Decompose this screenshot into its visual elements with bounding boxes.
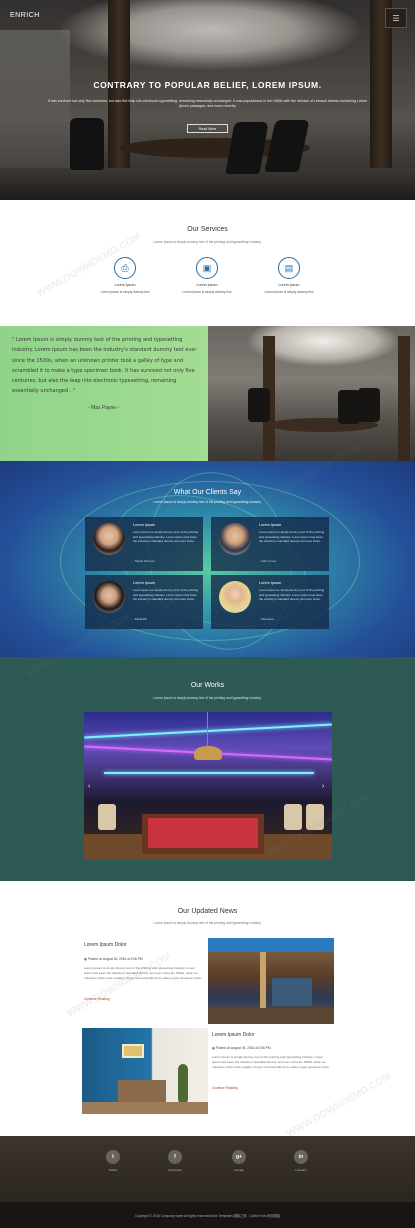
social-label: Twitter	[108, 1168, 118, 1172]
watermark: WWW.DOWNDEMO.COM	[65, 951, 174, 1020]
social-label: Facebook	[168, 1168, 182, 1172]
testimonial-card: Lorem Ipsum Lorem Ipsum is simply dummy …	[211, 575, 329, 629]
avatar	[93, 581, 125, 613]
news-item-text: Lorem Ipsum is simply dummy text of the …	[84, 966, 202, 980]
hero-text: It has survived not only five centuries,…	[47, 99, 368, 109]
works-slider-image[interactable]	[84, 712, 332, 860]
social-facebook[interactable]: f Facebook	[155, 1150, 195, 1172]
service-item[interactable]: ▤ Lorem Ipsum Lorem Ipsum is simply dumm…	[239, 257, 339, 294]
news-item-text: Lorem Ipsum is simply dummy text of the …	[212, 1055, 330, 1069]
clients-title: What Our Clients Say	[173, 489, 242, 496]
twitter-icon: t	[106, 1150, 120, 1164]
service-text: Lorem Ipsum is simply dummy text	[264, 290, 314, 294]
news-item-meta: ▦ Posted on August 26, 2016 at 2:58 PM	[212, 1046, 271, 1050]
continue-reading-link[interactable]: Continue Reading	[84, 997, 110, 1001]
services-subtitle: Lorem Ipsum is simply dummy text of the …	[153, 240, 262, 244]
menu-icon: ☰	[392, 13, 400, 23]
testimonial-card: Lorem Ipsum Lorem Ipsum is simply dummy …	[211, 517, 329, 571]
client-name: Lorem Ipsum	[259, 581, 282, 585]
read-more-button[interactable]: Read More	[187, 124, 228, 133]
menu-button[interactable]: ☰	[385, 8, 407, 28]
slider-prev-button[interactable]: ‹	[88, 783, 90, 790]
works-title: Our Works	[190, 682, 225, 689]
social-linkedin[interactable]: in LinkedIn	[281, 1150, 321, 1172]
client-sign: - Nicole Simmon	[133, 559, 156, 563]
testimonial-card: Lorem Ipsum Lorem Ipsum is simply dummy …	[85, 517, 203, 571]
quote-author: - Max Payne -	[88, 405, 120, 411]
services-title: Our Services	[187, 226, 228, 233]
client-sign: - Elizabeth	[133, 617, 148, 621]
social-label: LinkedIn	[295, 1168, 307, 1172]
quote-text: " Lorem Ipsum is simply dummy text of th…	[12, 337, 197, 395]
notebook-icon: ▣	[196, 257, 218, 279]
slider-next-button[interactable]: ›	[322, 783, 324, 790]
meeting-room-image	[208, 326, 415, 461]
social-label: Google	[234, 1168, 244, 1172]
avatar	[219, 581, 251, 613]
watermark: WWW.DOWNDEMO.COM	[285, 1071, 394, 1140]
client-sign: - Cleopatra	[259, 617, 274, 621]
works-subtitle: Lorem Ipsum is simply dummy text of the …	[153, 696, 262, 700]
avatar	[219, 523, 251, 555]
printer-icon: ⎙	[114, 257, 136, 279]
hero-title: CONTRARY TO POPULAR BELIEF, LOREM IPSUM.	[93, 80, 322, 90]
client-text: Lorem Ipsum is simply dummy text of the …	[259, 530, 325, 544]
document-icon: ▤	[278, 257, 300, 279]
client-name: Lorem Ipsum	[259, 523, 282, 527]
google-plus-icon: g+	[232, 1150, 246, 1164]
client-sign: - John Conor	[259, 559, 277, 563]
news-title: Our Updated News	[177, 908, 238, 915]
facebook-icon: f	[168, 1150, 182, 1164]
client-text: Lorem Ipsum is simply dummy text of the …	[133, 530, 199, 544]
client-text: Lorem Ipsum is simply dummy text of the …	[259, 588, 325, 602]
clients-subtitle: Lorem Ipsum is simply dummy text of the …	[153, 500, 262, 504]
client-name: Lorem Ipsum	[133, 581, 156, 585]
avatar	[93, 523, 125, 555]
news-subtitle: Lorem Ipsum is simply dummy text of the …	[153, 921, 262, 925]
news-item-title[interactable]: Lorem Ipsum Dolor	[84, 942, 127, 948]
news-item-title[interactable]: Lorem Ipsum Dolor	[212, 1032, 255, 1038]
client-text: Lorem Ipsum is simply dummy text of the …	[133, 588, 199, 602]
footer-social-bar	[0, 1136, 415, 1202]
client-name: Lorem Ipsum	[133, 523, 156, 527]
service-title: Lorem Ipsum	[278, 283, 300, 287]
social-twitter[interactable]: t Twitter	[93, 1150, 133, 1172]
news-image-lounge	[208, 938, 334, 1024]
continue-reading-link[interactable]: Continue Reading	[212, 1086, 238, 1090]
testimonial-card: Lorem Ipsum Lorem Ipsum is simply dummy …	[85, 575, 203, 629]
news-image-living-room	[82, 1028, 208, 1114]
news-item-meta: ▦ Posted on August 26, 2016 at 2:58 PM	[84, 957, 143, 961]
social-google[interactable]: g+ Google	[219, 1150, 259, 1172]
linkedin-icon: in	[294, 1150, 308, 1164]
copyright-text: Copyright © 2016 Company name All rights…	[134, 1214, 281, 1218]
brand-logo[interactable]: ENRICH	[10, 12, 40, 19]
